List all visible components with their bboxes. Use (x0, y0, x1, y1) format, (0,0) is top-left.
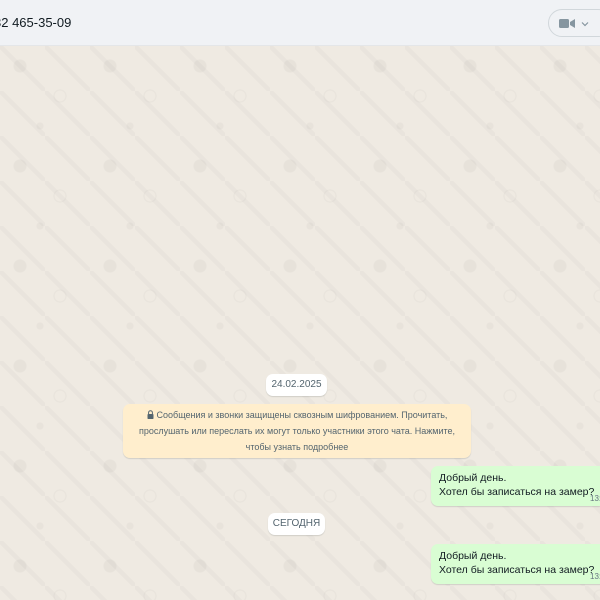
message-text-line: Добрый день. (439, 472, 507, 484)
message-text-line: Добрый день. (439, 550, 507, 562)
chat-header: 32 465-35-09 (0, 0, 600, 46)
encryption-text-1: Сообщения и звонки защищены сквозным шиф… (156, 410, 448, 420)
encryption-text-3: чтобы узнать подробнее (245, 442, 349, 452)
outgoing-message[interactable]: Добрый день. Хотел бы записаться на заме… (431, 466, 600, 506)
message-time: 13: (590, 572, 600, 581)
date-separator: 24.02.2025 (266, 374, 327, 396)
lock-icon (147, 410, 154, 419)
encryption-notice-line: Сообщения и звонки защищены сквозным шиф… (131, 407, 463, 423)
chat-window: 32 465-35-09 24.02.2025 Сообщения и звон… (0, 0, 600, 600)
chat-messages-area[interactable]: 24.02.2025 Сообщения и звонки защищены с… (0, 46, 600, 600)
message-text-line: Хотел бы записаться на замер? (439, 564, 595, 576)
message-time: 13: (590, 494, 600, 503)
video-camera-icon (559, 19, 575, 28)
video-call-button[interactable] (548, 9, 600, 37)
chevron-down-icon (581, 22, 589, 27)
date-separator: СЕГОДНЯ (268, 513, 325, 535)
encryption-text-2: прослушать или переслать их могут только… (138, 426, 456, 436)
contact-name[interactable]: 32 465-35-09 (0, 15, 71, 30)
encryption-notice[interactable]: Сообщения и звонки защищены сквозным шиф… (123, 404, 471, 458)
message-text-line: Хотел бы записаться на замер? (439, 486, 595, 498)
outgoing-message[interactable]: Добрый день. Хотел бы записаться на заме… (431, 544, 600, 584)
